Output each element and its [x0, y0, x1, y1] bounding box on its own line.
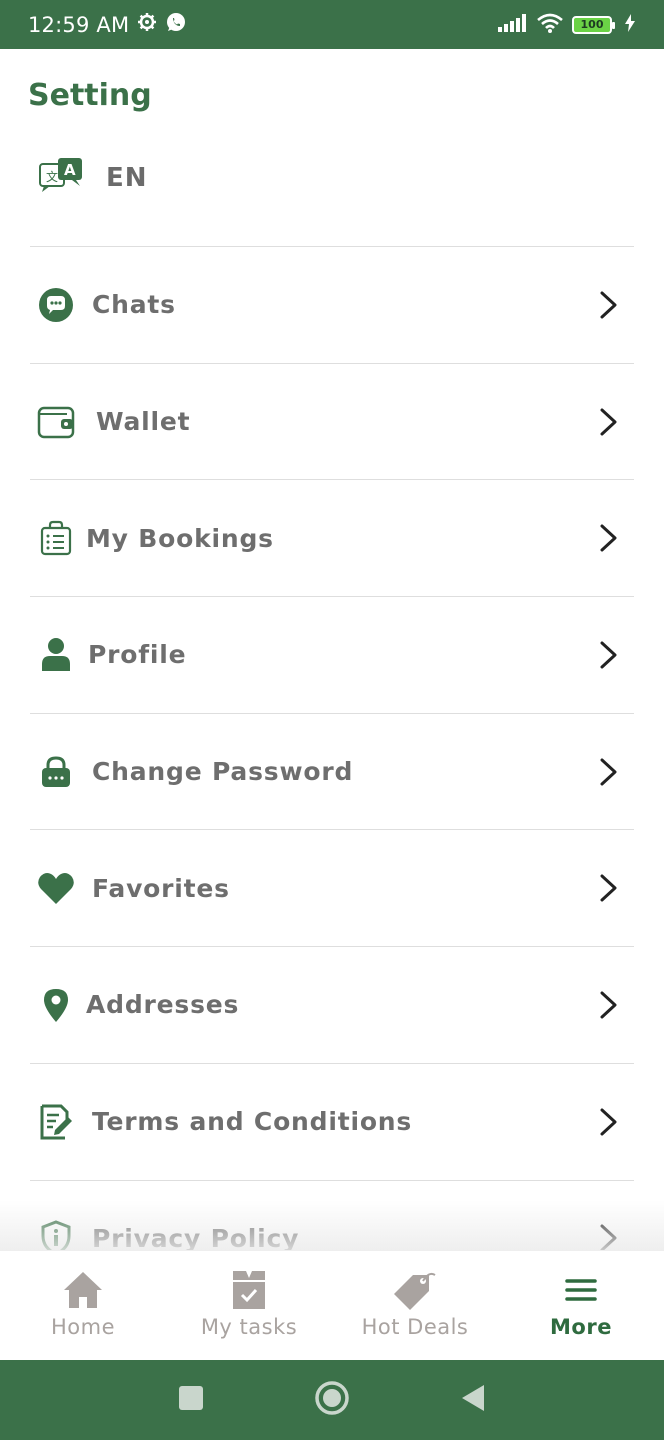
location-pin-icon: [36, 985, 76, 1025]
bottom-nav: Home My tasks Hot Deals More: [0, 1250, 664, 1360]
battery-icon: 100: [572, 15, 615, 34]
menu-icon: [559, 1269, 603, 1311]
status-right: 100: [498, 13, 636, 37]
menu-item-label: Favorites: [92, 873, 230, 903]
nav-label: More: [550, 1315, 612, 1339]
nav-item-my-tasks[interactable]: My tasks: [166, 1251, 332, 1360]
menu-item-chats[interactable]: Chats: [30, 246, 634, 363]
nav-label: Hot Deals: [361, 1315, 469, 1339]
menu-item-label: Wallet: [96, 407, 191, 437]
chevron-right-icon: [600, 1224, 617, 1252]
status-left: 12:59 AM: [28, 11, 187, 38]
settings-gear-icon: [137, 12, 157, 37]
menu-item-label: My Bookings: [86, 523, 274, 553]
language-selector[interactable]: 文 A EN: [38, 158, 148, 198]
menu-item-favorites[interactable]: Favorites: [30, 829, 634, 946]
nav-label: My tasks: [200, 1315, 298, 1339]
svg-text:A: A: [64, 161, 76, 179]
home-icon: [61, 1269, 105, 1311]
chevron-right-icon: [600, 408, 617, 436]
recent-apps-button[interactable]: [178, 1385, 204, 1415]
nav-item-home[interactable]: Home: [0, 1251, 166, 1360]
menu-item-label: Change Password: [92, 757, 354, 787]
chevron-right-icon: [600, 874, 617, 902]
whatsapp-icon: [165, 11, 187, 38]
menu-item-my-bookings[interactable]: My Bookings: [30, 479, 634, 596]
back-button[interactable]: [460, 1383, 486, 1417]
menu-item-label: Addresses: [86, 990, 240, 1020]
lock-icon: [36, 752, 76, 792]
page-title: Setting: [28, 78, 152, 113]
chat-icon: [36, 285, 76, 325]
wifi-icon: [536, 13, 564, 37]
chevron-right-icon: [600, 291, 617, 319]
tag-icon: [393, 1269, 437, 1311]
menu-item-terms[interactable]: Terms and Conditions: [30, 1062, 634, 1180]
task-box-icon: [227, 1269, 271, 1311]
chevron-right-icon: [600, 758, 617, 786]
language-label: EN: [106, 163, 148, 193]
translate-icon: 文 A: [38, 158, 84, 198]
nav-item-hot-deals[interactable]: Hot Deals: [332, 1251, 498, 1360]
person-icon: [36, 635, 76, 675]
chevron-right-icon: [600, 524, 617, 552]
wallet-icon: [36, 402, 76, 442]
signal-icon: [498, 13, 528, 36]
menu-item-change-password[interactable]: Change Password: [30, 712, 634, 830]
bookings-bag-icon: [36, 518, 76, 558]
chevron-right-icon: [600, 1108, 617, 1136]
menu-item-label: Terms and Conditions: [92, 1107, 413, 1137]
document-edit-icon: [36, 1102, 76, 1142]
menu-item-profile[interactable]: Profile: [30, 596, 634, 713]
settings-menu: Chats Wallet My Bookings Profile Change …: [30, 246, 634, 1296]
heart-icon: [36, 868, 76, 908]
system-nav-bar: [0, 1360, 664, 1440]
menu-item-label: Privacy Policy: [92, 1223, 300, 1253]
status-bar: 12:59 AM 100: [0, 0, 664, 49]
svg-text:文: 文: [46, 169, 58, 184]
nav-item-more[interactable]: More: [498, 1251, 664, 1360]
menu-item-addresses[interactable]: Addresses: [30, 946, 634, 1063]
charging-icon: [624, 13, 636, 36]
nav-label: Home: [50, 1315, 115, 1339]
chevron-right-icon: [600, 991, 617, 1019]
home-button[interactable]: [314, 1380, 350, 1420]
status-time: 12:59 AM: [28, 12, 130, 37]
menu-item-label: Profile: [88, 640, 187, 670]
menu-item-label: Chats: [92, 290, 176, 320]
chevron-right-icon: [600, 641, 617, 669]
menu-item-wallet[interactable]: Wallet: [30, 362, 634, 480]
